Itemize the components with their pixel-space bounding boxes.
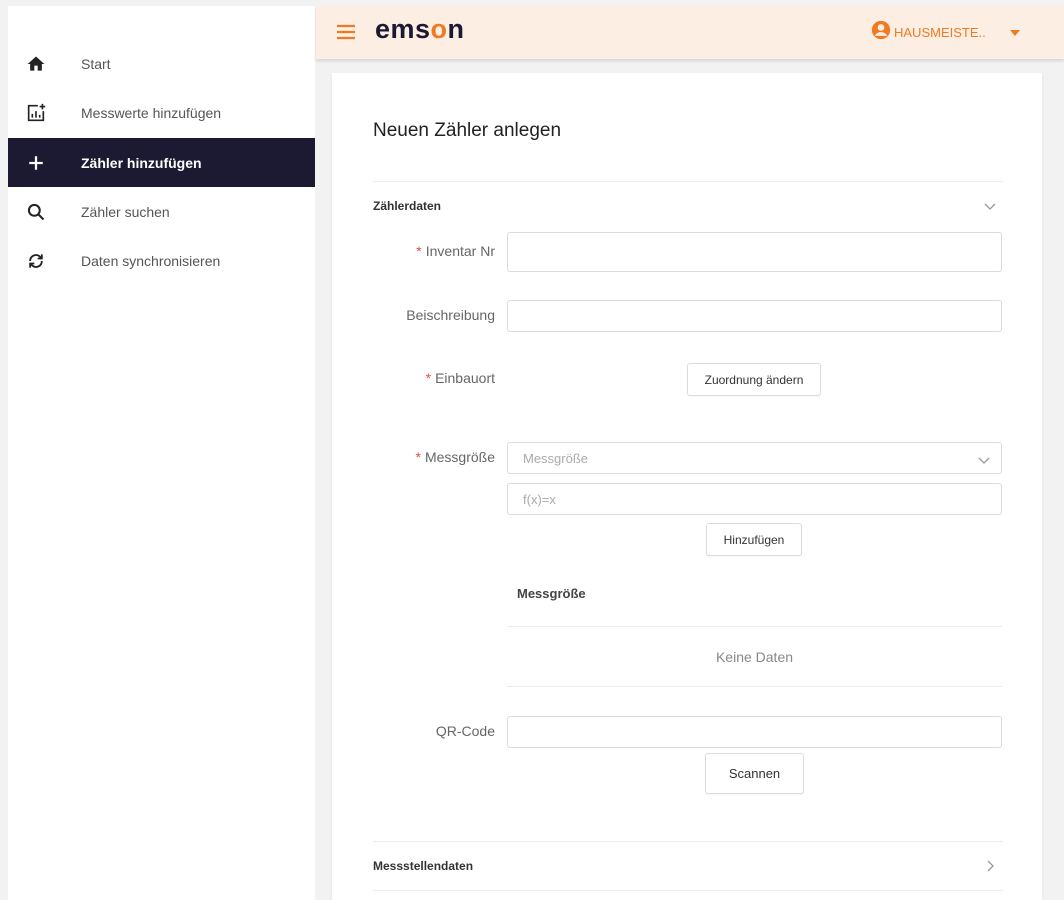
plus-icon (25, 152, 47, 174)
divider (373, 181, 1003, 182)
top-header: emson HAUSMEISTE.. (316, 6, 1064, 59)
sync-icon (25, 250, 47, 272)
search-icon (25, 201, 47, 223)
messgroesse-select[interactable]: Messgröße (507, 442, 1002, 474)
menu-icon[interactable] (335, 23, 357, 41)
emson-logo[interactable]: emson (375, 14, 465, 45)
section-messstellendaten-header[interactable]: Messstellendaten (373, 855, 1003, 879)
table-header-messgroesse: Messgröße (517, 586, 586, 601)
required-marker: * (415, 449, 421, 465)
sidebar-item-label: Messwerte hinzufügen (81, 104, 222, 121)
sidebar-item-label: Daten synchronisieren (81, 252, 221, 269)
sidebar-item-daten-sync[interactable]: Daten synchronisieren (8, 236, 315, 285)
required-marker: * (425, 370, 432, 386)
divider (373, 841, 1003, 842)
divider (507, 686, 1002, 687)
inventar-label-text: Inventar Nr (425, 243, 495, 259)
einbauort-label-text: Einbauort (435, 370, 495, 386)
inventar-label: * Inventar Nr (370, 243, 495, 259)
logo-text-prefix: ems (375, 14, 431, 44)
sidebar-item-zaehler-hinzufuegen[interactable]: Zähler hinzufügen (8, 138, 315, 187)
einbauort-label: * Einbauort (370, 370, 495, 386)
formula-placeholder: f(x)=x (523, 491, 556, 507)
scannen-button[interactable]: Scannen (705, 753, 804, 794)
home-icon (25, 53, 47, 75)
messgroesse-label-text: Messgröße (424, 449, 495, 465)
user-menu[interactable]: HAUSMEISTE.. (871, 20, 1020, 44)
required-marker: * (416, 243, 422, 259)
chevron-right-icon (983, 859, 997, 873)
chart-add-icon (25, 102, 47, 124)
caret-down-icon (1009, 23, 1020, 41)
beschreibung-label: Beischreibung (406, 307, 495, 323)
sidebar-item-messwerte[interactable]: Messwerte hinzufügen (8, 88, 315, 137)
qr-code-input[interactable] (507, 716, 1002, 748)
form-card: Neuen Zähler anlegen Zählerdaten * Invent… (332, 73, 1042, 900)
section-zaehlerdaten-header[interactable]: Zählerdaten (373, 195, 1003, 219)
divider (507, 626, 1002, 627)
sidebar-item-start[interactable]: Start (8, 39, 315, 88)
formula-input[interactable]: f(x)=x (507, 483, 1002, 515)
section-title: Zählerdaten (373, 199, 442, 213)
beschreibung-input[interactable] (507, 300, 1002, 332)
logo-text-o: o (430, 14, 448, 44)
logo-text-suffix: n (447, 14, 465, 44)
zuordnung-aendern-button[interactable]: Zuordnung ändern (687, 363, 821, 396)
table-empty-text: Keine Daten (715, 649, 794, 665)
page-title: Neuen Zähler anlegen (373, 120, 562, 141)
qr-code-label: QR-Code (435, 723, 495, 739)
sidebar-item-zaehler-suchen[interactable]: Zähler suchen (8, 187, 315, 236)
section-title: Messstellendaten (373, 859, 474, 873)
sidebar-item-label: Zähler hinzufügen (81, 154, 202, 171)
user-avatar-icon (871, 20, 891, 45)
chevron-down-icon (983, 199, 997, 213)
user-name: HAUSMEISTE.. (894, 24, 986, 40)
inventar-input[interactable] (507, 232, 1002, 272)
sidebar-item-label: Zähler suchen (81, 203, 170, 220)
select-placeholder: Messgröße (523, 450, 589, 466)
chevron-down-icon (977, 453, 991, 467)
hinzufuegen-button[interactable]: Hinzufügen (706, 523, 802, 556)
sidebar: Start Messwerte hinzufügen Zähler hinzuf… (8, 6, 315, 900)
divider (373, 890, 1003, 891)
sidebar-item-label: Start (81, 55, 111, 72)
messgroesse-label: * Messgröße (370, 449, 495, 465)
